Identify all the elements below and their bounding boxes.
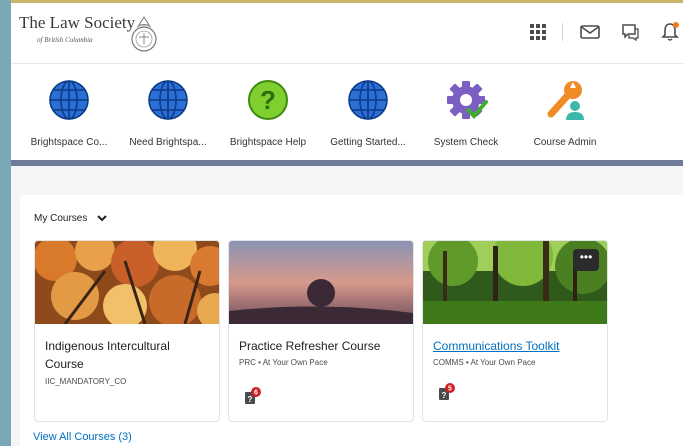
nav-getting-started[interactable]: Getting Started... [318, 78, 418, 148]
gear-check-icon [447, 81, 488, 119]
left-edge-strip [0, 0, 11, 446]
course-code: PRC [239, 358, 256, 367]
course-card[interactable]: Practice Refresher Course PRC • At Your … [228, 240, 414, 422]
nav-need-brightspace[interactable]: Need Brightspa... [118, 78, 218, 148]
my-courses-dropdown[interactable]: My Courses [34, 213, 108, 224]
bell-icon[interactable] [657, 19, 683, 45]
wrench-user-icon [547, 81, 584, 120]
nav-brightspace-community[interactable]: Brightspace Co... [19, 78, 119, 148]
course-options-button[interactable]: ••• [573, 249, 599, 271]
view-all-courses-link[interactable]: View All Courses (3) [33, 431, 132, 443]
course-title-link[interactable]: Communications Toolkit [433, 337, 597, 355]
nav-course-admin[interactable]: Course Admin [515, 78, 615, 148]
logo-title: The Law Society [19, 13, 136, 32]
svg-text:?: ? [442, 391, 447, 400]
course-meta: PRC • At Your Own Pace [239, 358, 328, 367]
svg-text:6: 6 [254, 390, 258, 397]
svg-text:?: ? [248, 395, 253, 404]
nav-label: Course Admin [533, 137, 597, 148]
content-area: My Courses Indigenous Intercultural Cour… [11, 166, 683, 446]
chevron-down-icon [97, 215, 108, 222]
notification-badge-icon[interactable]: ? 5 [437, 383, 455, 401]
navbar: Brightspace Co... Need Brightspa... ? Br… [11, 64, 683, 160]
chat-icon[interactable] [617, 19, 643, 45]
nav-label: Brightspace Co... [30, 137, 108, 148]
svg-text:5: 5 [448, 386, 452, 393]
mail-icon[interactable] [577, 19, 603, 45]
nav-brightspace-help[interactable]: ? Brightspace Help [218, 78, 318, 148]
my-courses-label: My Courses [34, 213, 88, 224]
course-code: COMMS [433, 358, 464, 367]
course-code: IIC_MANDATORY_CO [45, 377, 127, 386]
svg-text:?: ? [260, 85, 276, 115]
course-title: Indigenous Intercultural Course [45, 339, 170, 371]
course-meta: COMMS • At Your Own Pace [433, 358, 535, 367]
course-title: Practice Refresher Course [239, 339, 381, 353]
logo-subtitle: of British Columbia [37, 36, 93, 44]
nav-system-check[interactable]: System Check [416, 78, 516, 148]
course-image-autumn-trees [35, 241, 219, 329]
nav-label: System Check [433, 137, 499, 148]
help-icon: ? [248, 80, 288, 120]
apps-grid-icon[interactable] [525, 19, 551, 45]
globe-icon [148, 80, 188, 120]
course-pace: At Your Own Pace [262, 358, 328, 367]
course-image-sunset-tree [229, 241, 413, 324]
notification-badge-icon[interactable]: ? 6 [243, 387, 261, 405]
course-pace: At Your Own Pace [470, 358, 536, 367]
crest-icon [131, 16, 157, 52]
globe-icon [49, 80, 89, 120]
nav-label: Brightspace Help [229, 137, 307, 148]
nav-label: Need Brightspa... [129, 137, 207, 148]
globe-icon [348, 80, 388, 120]
nav-label: Getting Started... [330, 137, 406, 148]
course-card[interactable]: ••• Communications Toolkit COMMS • At Yo… [422, 240, 608, 422]
header-separator [562, 23, 563, 41]
header: The Law Society of British Columbia [11, 3, 683, 64]
course-card[interactable]: Indigenous Intercultural Course IIC_MAND… [34, 240, 220, 422]
law-society-logo[interactable]: The Law Society of British Columbia [19, 11, 164, 57]
